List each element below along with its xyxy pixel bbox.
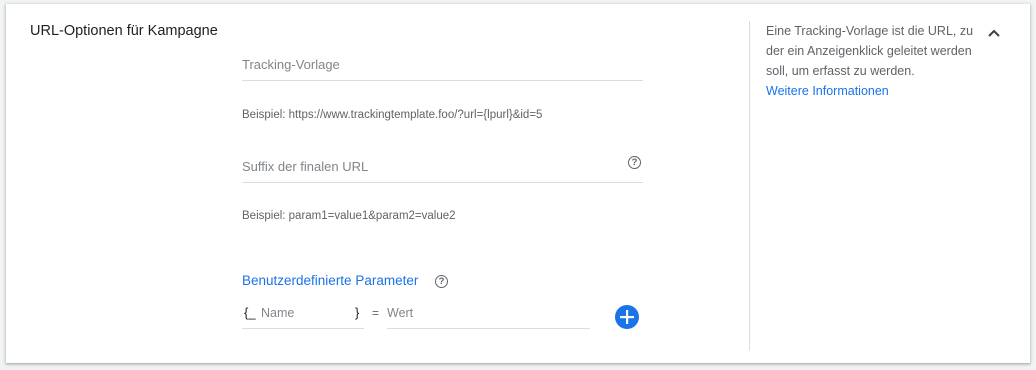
custom-parameter-name-field[interactable]: {_ Name }	[242, 304, 364, 329]
final-url-suffix-underline	[242, 182, 643, 183]
custom-parameter-name-placeholder: Name	[261, 306, 295, 320]
learn-more-link[interactable]: Weitere Informationen	[766, 84, 889, 98]
chevron-up-icon	[988, 29, 1000, 37]
help-circle-icon[interactable]: ?	[628, 156, 641, 169]
section-title: URL-Optionen für Kampagne	[30, 23, 218, 39]
tracking-template-placeholder: Tracking-Vorlage	[242, 57, 340, 72]
equals-sign: =	[372, 306, 380, 320]
info-panel: Eine Tracking-Vorlage ist die URL, zu de…	[766, 21, 981, 101]
collapse-button[interactable]	[984, 23, 1004, 43]
final-url-suffix-placeholder: Suffix der finalen URL	[242, 159, 369, 174]
add-icon	[620, 310, 634, 324]
tracking-template-hint: Beispiel: https://www.trackingtemplate.f…	[242, 109, 543, 121]
vertical-divider	[749, 21, 750, 351]
final-url-suffix-hint: Beispiel: param1=value1&param2=value2	[242, 210, 456, 222]
custom-parameter-value-underline	[387, 328, 590, 329]
custom-parameter-value-placeholder: Wert	[387, 306, 414, 320]
url-options-card: URL-Optionen für Kampagne Tracking-Vorla…	[6, 4, 1030, 363]
info-text: Eine Tracking-Vorlage ist die URL, zu de…	[766, 24, 974, 78]
tracking-template-underline	[242, 80, 643, 81]
name-close-brace: }	[355, 305, 360, 320]
tracking-template-field[interactable]: Tracking-Vorlage	[242, 52, 643, 81]
final-url-suffix-field[interactable]: Suffix der finalen URL	[242, 154, 643, 183]
help-circle-icon[interactable]: ?	[435, 275, 448, 288]
custom-parameter-value-field[interactable]: Wert	[387, 304, 590, 329]
custom-parameter-name-underline	[242, 328, 364, 329]
name-open-brace: {_	[244, 305, 256, 320]
custom-parameters-link[interactable]: Benutzerdefinierte Parameter	[242, 273, 418, 288]
add-parameter-button[interactable]	[615, 305, 639, 329]
